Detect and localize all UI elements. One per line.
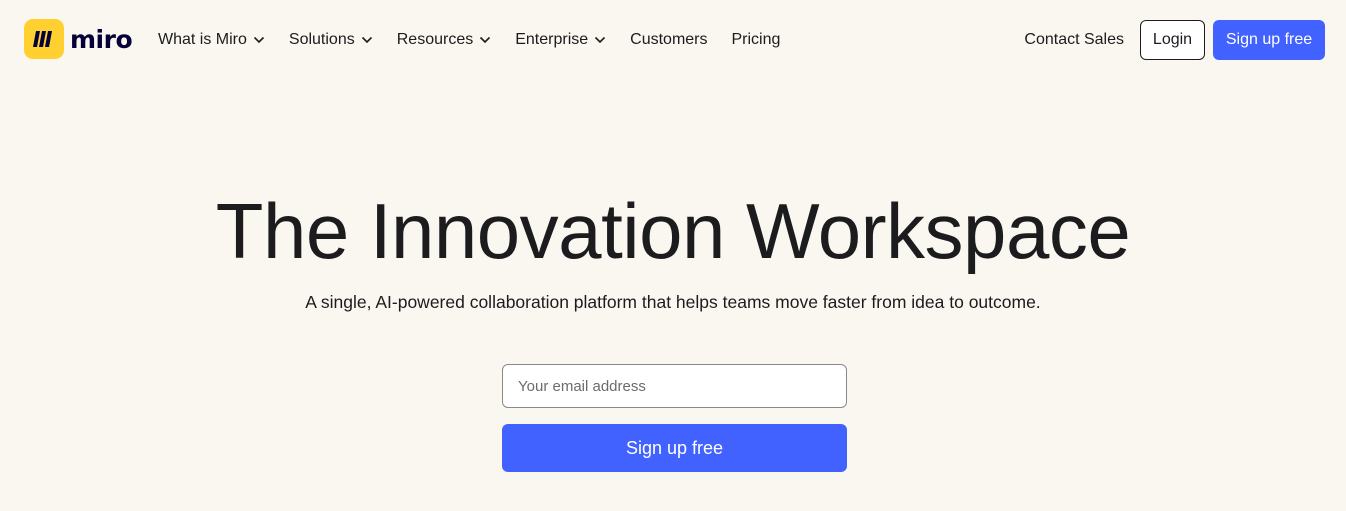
main-nav: What is Miro Solutions Resources Enterpr… <box>158 29 804 51</box>
hero-subtitle: A single, AI-powered collaboration platf… <box>305 292 1041 312</box>
miro-logo-icon <box>24 19 64 59</box>
nav-item-pricing[interactable]: Pricing <box>732 31 781 49</box>
nav-item-what-is-miro[interactable]: What is Miro <box>158 31 265 49</box>
site-header: miro What is Miro Solutions Resources En… <box>0 0 1346 80</box>
nav-item-label: Pricing <box>731 31 781 48</box>
signup-hero-button[interactable]: Sign up free <box>502 424 847 472</box>
logo-text: miro <box>70 24 133 54</box>
nav-item-customers[interactable]: Customers <box>630 31 707 49</box>
nav-item-label: Resources <box>396 31 474 48</box>
contact-sales-link[interactable]: Contact Sales <box>1024 31 1124 49</box>
nav-item-label: Enterprise <box>515 31 589 48</box>
header-actions: Contact Sales Login Sign up free <box>1024 20 1325 60</box>
email-input[interactable] <box>502 364 847 408</box>
nav-item-solutions[interactable]: Solutions <box>289 31 373 49</box>
chevron-down-icon <box>253 36 265 44</box>
chevron-down-icon <box>594 36 606 44</box>
hero-title: The Innovation Workspace <box>215 187 1131 275</box>
nav-item-label: Solutions <box>288 31 355 48</box>
login-button[interactable]: Login <box>1140 20 1205 60</box>
nav-item-resources[interactable]: Resources <box>397 31 491 49</box>
miro-logo[interactable]: miro <box>24 19 133 59</box>
signup-header-button[interactable]: Sign up free <box>1213 20 1325 60</box>
chevron-down-icon <box>361 36 373 44</box>
nav-item-enterprise[interactable]: Enterprise <box>515 31 606 49</box>
nav-item-label: Customers <box>630 31 708 48</box>
nav-item-label: What is Miro <box>158 31 247 48</box>
chevron-down-icon <box>479 36 491 44</box>
